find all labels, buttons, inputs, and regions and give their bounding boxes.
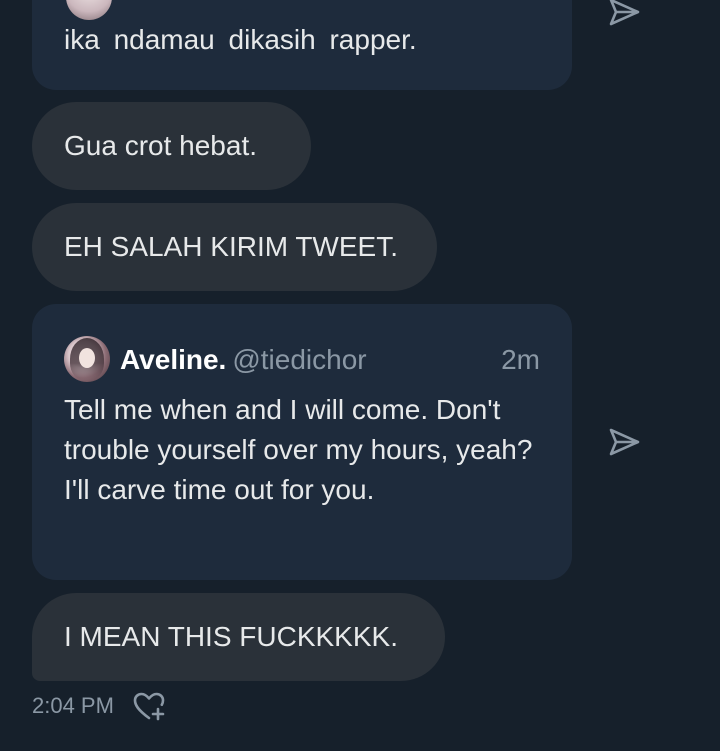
- tweet-time: 2m: [501, 344, 540, 375]
- avatar: [64, 336, 110, 382]
- quoted-tweet-header: Aveline. @tiedichor 2m: [120, 340, 540, 380]
- author-handle: @tiedichor: [232, 344, 367, 375]
- message-meta: 2:04 PM: [32, 688, 166, 724]
- add-reaction-icon[interactable]: [132, 689, 166, 723]
- quoted-tweet-text: ika ndamau dikasih rapper.: [64, 24, 417, 55]
- quoted-tweet-card[interactable]: Aveline. @tiedichor 2m Tell me when and I…: [32, 304, 572, 580]
- dm-conversation: ika ndamau dikasih rapper. Gua crot heba…: [0, 0, 720, 751]
- share-icon[interactable]: [606, 0, 642, 30]
- message-bubble[interactable]: Gua crot hebat.: [32, 102, 311, 190]
- avatar: [66, 0, 112, 20]
- message-bubble[interactable]: I MEAN THIS FUCKKKKK.: [32, 593, 445, 681]
- message-timestamp: 2:04 PM: [32, 693, 114, 718]
- quoted-tweet-text: Tell me when and I will come. Don't trou…: [64, 394, 533, 505]
- author-name: Aveline.: [120, 344, 227, 375]
- message-bubble[interactable]: EH SALAH KIRIM TWEET.: [32, 203, 437, 291]
- share-icon[interactable]: [606, 424, 642, 460]
- quoted-tweet-card[interactable]: ika ndamau dikasih rapper.: [32, 0, 572, 90]
